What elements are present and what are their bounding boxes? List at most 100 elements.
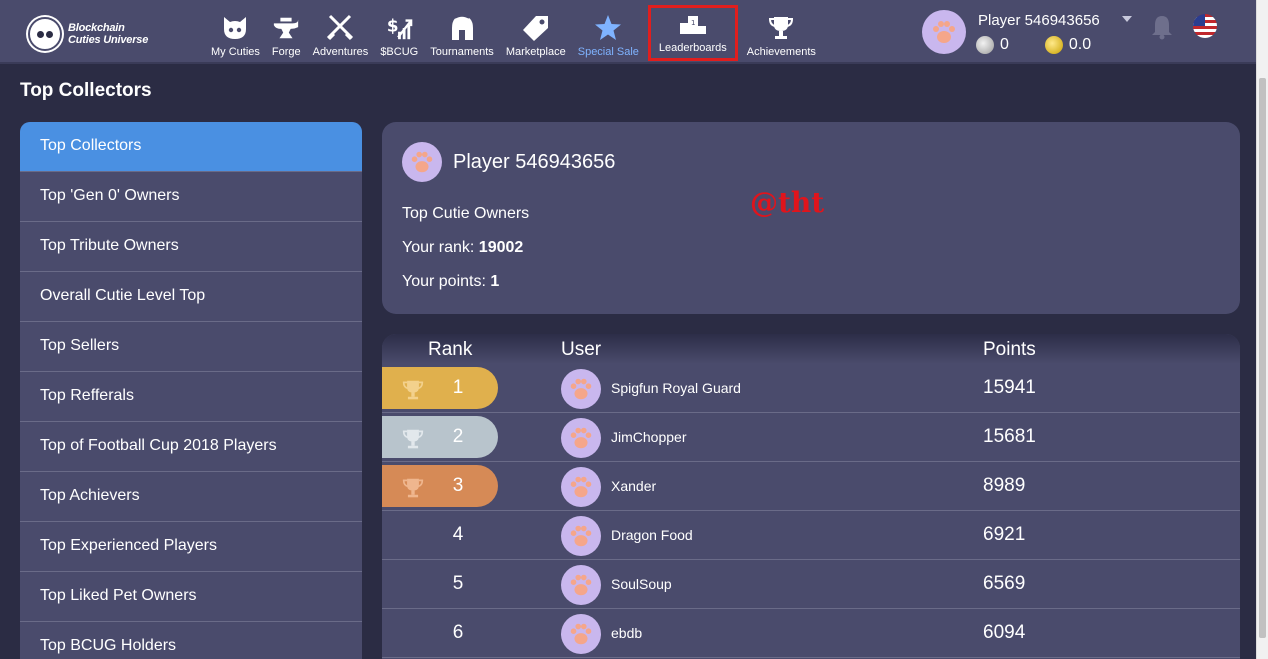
rank-label: Your rank:: [402, 239, 479, 256]
user-avatar[interactable]: [561, 516, 601, 556]
user-points: 15681: [983, 426, 1036, 447]
card-player-name: Player 546943656: [453, 151, 616, 173]
leaderboard-sidebar: Top Collectors Top 'Gen 0' Owners Top Tr…: [20, 122, 362, 659]
user-points: 6094: [983, 622, 1026, 643]
chevron-down-icon[interactable]: [1122, 16, 1132, 22]
table-header: Rank User Points: [382, 334, 1240, 364]
podium-icon: 1: [679, 10, 707, 38]
sidebar-item-top-refferals[interactable]: Top Refferals: [20, 372, 362, 422]
nav-tournaments[interactable]: Tournaments: [424, 8, 500, 58]
player-menu[interactable]: Player 546943656 0 0.0: [922, 8, 1142, 58]
rank-number: 3: [452, 475, 464, 496]
sidebar-item-top-liked-pet-owners[interactable]: Top Liked Pet Owners: [20, 572, 362, 622]
page-title: Top Collectors: [20, 80, 152, 101]
brand-line-1: Blockchain: [68, 22, 125, 34]
user-name[interactable]: Dragon Food: [611, 527, 693, 543]
sidebar-item-overall-cutie-level-top[interactable]: Overall Cutie Level Top: [20, 272, 362, 322]
rank-number: 2: [452, 426, 464, 447]
paw-icon: [570, 476, 592, 498]
paw-icon: [570, 574, 592, 596]
nav-label: Forge: [271, 46, 301, 58]
nav-my-cuties[interactable]: My Cuties: [205, 8, 266, 58]
cat-face-icon: [221, 14, 249, 42]
nav-achievements[interactable]: Achievements: [741, 8, 822, 58]
table-row[interactable]: 4 Dragon Food 6921: [382, 511, 1240, 560]
brand-logo[interactable]: Blockchain Cuties Universe: [28, 14, 158, 54]
nav-label: Special Sale: [577, 46, 639, 58]
user-name[interactable]: SoulSoup: [611, 576, 672, 592]
header-rank: Rank: [428, 339, 473, 360]
nav-marketplace[interactable]: Marketplace: [500, 8, 572, 58]
user-name[interactable]: ebdb: [611, 625, 642, 641]
nav-leaderboards[interactable]: 1 Leaderboards: [647, 5, 738, 61]
sidebar-item-top-tribute-owners[interactable]: Top Tribute Owners: [20, 222, 362, 272]
nav-special-sale[interactable]: Special Sale: [572, 8, 645, 58]
trophy-icon: [402, 380, 424, 400]
card-rank: Your rank: 19002: [402, 239, 523, 257]
sidebar-item-top-collectors[interactable]: Top Collectors: [20, 122, 362, 172]
user-avatar[interactable]: [561, 565, 601, 605]
paw-icon: [933, 21, 955, 43]
points-value: 1: [490, 273, 500, 290]
silver-balance: 0: [1000, 36, 1009, 53]
silver-coin-icon: [976, 36, 994, 54]
sidebar-item-top-experienced-players[interactable]: Top Experienced Players: [20, 522, 362, 572]
sidebar-item-top-sellers[interactable]: Top Sellers: [20, 322, 362, 372]
scrollbar-thumb[interactable]: [1259, 78, 1266, 638]
user-avatar[interactable]: [561, 418, 601, 458]
star-icon: [594, 14, 622, 42]
player-rank-card: Player 546943656 @tht Top Cutie Owners Y…: [382, 122, 1240, 314]
sidebar-item-top-gen0-owners[interactable]: Top 'Gen 0' Owners: [20, 172, 362, 222]
brand-line-2: Cuties Universe: [68, 34, 149, 46]
table-row[interactable]: 5 SoulSoup 6569: [382, 560, 1240, 609]
cutie-logo-icon: [28, 17, 62, 51]
dollar-chart-icon: $: [385, 14, 413, 42]
card-player-avatar: [402, 142, 442, 182]
user-name[interactable]: Xander: [611, 478, 656, 494]
user-name[interactable]: JimChopper: [611, 429, 686, 445]
crossed-swords-icon: [326, 14, 354, 42]
table-row[interactable]: 1 Spigfun Royal Guard 15941: [382, 364, 1240, 413]
bell-icon[interactable]: [1150, 14, 1174, 45]
card-points: Your points: 1: [402, 273, 499, 291]
nav-label: Adventures: [312, 46, 369, 58]
user-avatar[interactable]: [561, 467, 601, 507]
user-points: 15941: [983, 377, 1036, 398]
nav-adventures[interactable]: Adventures: [307, 8, 375, 58]
header-points: Points: [983, 339, 1036, 360]
gold-balance: 0.0: [1068, 36, 1092, 53]
paw-icon: [570, 623, 592, 645]
rank-number: 1: [452, 377, 464, 398]
sidebar-item-top-achievers[interactable]: Top Achievers: [20, 472, 362, 522]
trophy-icon: [402, 478, 424, 498]
sidebar-item-top-football-cup-2018[interactable]: Top of Football Cup 2018 Players: [20, 422, 362, 472]
balances: 0 0.0: [976, 36, 1091, 54]
user-avatar[interactable]: [561, 369, 601, 409]
table-row[interactable]: 3 Xander 8989: [382, 462, 1240, 511]
header-user: User: [561, 339, 602, 360]
rank-value: 19002: [478, 239, 524, 256]
header-player-name[interactable]: Player 546943656: [978, 12, 1100, 29]
nav-label: Tournaments: [430, 46, 494, 58]
user-points: 6921: [983, 524, 1026, 545]
page-scrollbar[interactable]: [1256, 0, 1268, 659]
player-avatar[interactable]: [922, 10, 966, 54]
nav-label: Achievements: [746, 46, 816, 58]
nav-forge[interactable]: Forge: [266, 8, 307, 58]
nav-bcug[interactable]: $ $BCUG: [374, 8, 424, 58]
card-category: Top Cutie Owners: [402, 205, 530, 222]
spartan-helmet-icon: [448, 14, 476, 42]
trophy-icon: [767, 14, 795, 42]
gold-coin-icon: [1044, 36, 1063, 54]
top-navigation-bar: Blockchain Cuties Universe My Cuties For…: [0, 0, 1256, 64]
user-name[interactable]: Spigfun Royal Guard: [611, 380, 741, 396]
price-tag-icon: [522, 14, 550, 42]
bronze-rank-badge: [382, 465, 498, 507]
table-row[interactable]: 6 ebdb 6094: [382, 609, 1240, 658]
table-row[interactable]: 2 JimChopper 15681: [382, 413, 1240, 462]
user-points: 8989: [983, 475, 1026, 496]
paw-icon: [570, 427, 592, 449]
sidebar-item-top-bcug-holders[interactable]: Top BCUG Holders: [20, 622, 362, 659]
user-avatar[interactable]: [561, 614, 601, 654]
us-flag-icon[interactable]: [1193, 14, 1217, 38]
